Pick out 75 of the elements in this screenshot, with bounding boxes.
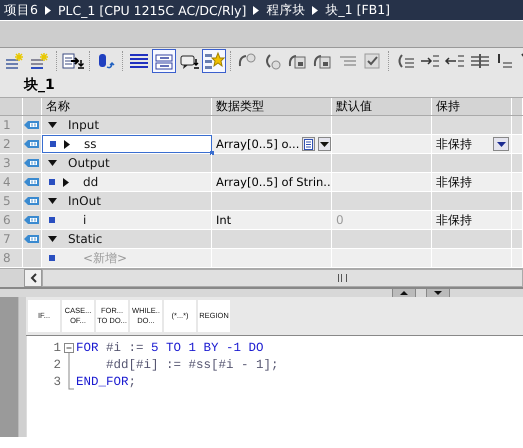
code-line: #dd[#i] := #ss[#i - 1]; <box>105 358 279 372</box>
row-number: 6 <box>0 211 23 229</box>
expand-arrow-icon[interactable] <box>64 140 70 148</box>
row-marker-icon <box>49 255 55 261</box>
retain-value: 非保持 <box>436 174 472 190</box>
line-number: 2 <box>52 358 61 372</box>
caret-icon <box>320 142 330 146</box>
collapse-arrow-icon[interactable] <box>48 198 57 204</box>
interface-tag-icon <box>24 177 40 187</box>
tag-list-icon[interactable] <box>152 49 176 73</box>
retain-value: 非保持 <box>436 212 472 228</box>
dropdown-button[interactable] <box>318 137 331 151</box>
list-icon <box>304 138 314 150</box>
variable-name: Static <box>67 232 102 246</box>
name-cell[interactable]: dd <box>42 173 212 191</box>
data-type: Array[0..5] o... <box>216 137 300 151</box>
down-triangle-icon <box>433 290 443 296</box>
chevron-left-icon <box>30 273 36 283</box>
column-header[interactable]: 保持 <box>432 98 512 115</box>
breadcrumb-item[interactable]: 项目6 <box>4 2 38 18</box>
selection-handle-icon[interactable] <box>210 151 214 155</box>
collapse-arrow-icon[interactable] <box>48 160 57 166</box>
variable-name: <新增> <box>82 250 128 266</box>
variable-name: InOut <box>67 194 101 208</box>
variable-name: Output <box>67 156 110 170</box>
interface-tag-icon <box>24 215 40 225</box>
breadcrumb-item[interactable]: PLC_1 [CPU 1215C AC/DC/Rly] <box>58 2 246 18</box>
dropdown-button[interactable] <box>493 137 509 151</box>
collapse-arrow-icon[interactable] <box>48 236 57 242</box>
breadcrumb-item[interactable]: 块_1 [FB1] <box>325 2 390 18</box>
interface-tag-icon <box>24 196 40 206</box>
row-marker-icon <box>50 141 56 147</box>
up-triangle-icon <box>399 290 409 296</box>
name-cell[interactable]: Input <box>42 116 212 134</box>
scroll-left-button[interactable] <box>24 269 42 287</box>
interface-tag-icon <box>24 120 40 130</box>
column-header[interactable]: 数据类型 <box>212 98 332 115</box>
name-cell[interactable]: i <box>42 211 212 229</box>
column-header[interactable]: 名称 <box>42 98 212 115</box>
separator-arrow-icon <box>44 6 51 14</box>
breadcrumb-item[interactable]: 程序块 <box>266 2 306 18</box>
retain-value: 非保持 <box>436 136 472 152</box>
variable-name: Input <box>67 118 100 132</box>
variable-name: i <box>82 213 86 227</box>
row-marker-icon <box>49 179 55 185</box>
separator-arrow-icon <box>253 6 260 14</box>
row-marker-icon <box>49 217 55 223</box>
name-cell[interactable]: ss <box>42 135 212 153</box>
name-cell[interactable]: InOut <box>42 192 212 210</box>
interface-tag-icon <box>24 139 40 149</box>
list-button[interactable] <box>302 137 316 151</box>
row-number: 8 <box>0 249 23 267</box>
variable-name: dd <box>82 175 98 189</box>
row-number: 2 <box>0 135 23 153</box>
line-number: 3 <box>52 374 61 388</box>
interface-tag-icon <box>24 158 40 168</box>
name-cell[interactable]: Output <box>42 154 212 172</box>
expand-arrow-icon[interactable] <box>63 178 69 186</box>
interface-tag-icon <box>24 234 40 244</box>
data-type: Int <box>216 213 232 227</box>
row-number: 4 <box>0 173 23 191</box>
variable-name: ss <box>83 137 97 151</box>
collapse-arrow-icon[interactable] <box>48 122 57 128</box>
code-line: FOR #i := 5 TO 1 BY -1 DO <box>76 340 264 354</box>
separator-arrow-icon <box>312 6 318 14</box>
caret-icon <box>496 142 506 146</box>
block-title: 块_1 <box>0 74 523 97</box>
line-number: 1 <box>52 340 61 354</box>
collapse-down-button[interactable] <box>426 289 450 297</box>
collapse-up-button[interactable] <box>392 289 416 297</box>
default-value: 0 <box>336 213 344 227</box>
data-type: Array[0..5] of Strin... <box>216 175 331 189</box>
column-header[interactable]: 默认值 <box>332 98 432 115</box>
name-cell[interactable]: Static <box>42 230 212 248</box>
code-line: END_FOR; <box>76 374 136 388</box>
